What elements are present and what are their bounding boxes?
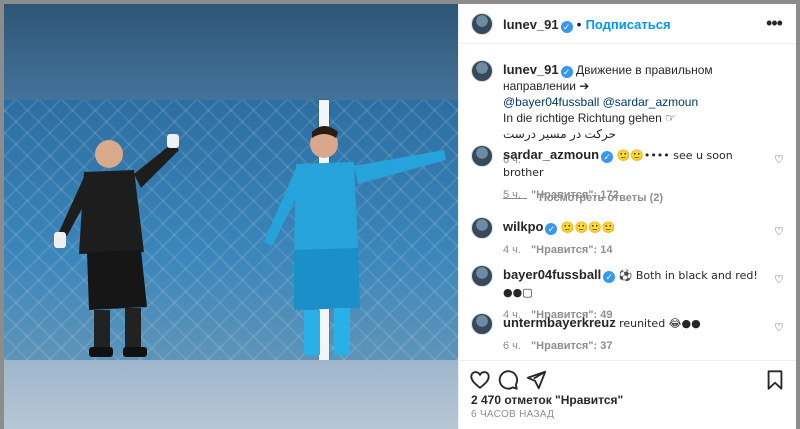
heart-icon[interactable]: ♡	[774, 225, 786, 238]
heart-icon[interactable]: ♡	[774, 321, 786, 334]
heart-icon[interactable]: ♡	[774, 153, 786, 166]
photo-pitch	[4, 360, 458, 429]
view-replies-label: Посмотреть ответы (2)	[539, 192, 664, 204]
caption-mentions[interactable]: @bayer04fussball @sardar_azmoun	[503, 94, 773, 110]
share-icon[interactable]	[525, 369, 547, 391]
comment-time: 4 ч.	[503, 244, 521, 256]
more-icon[interactable]: •••	[764, 14, 784, 34]
replies-line	[503, 197, 527, 199]
verified-icon: ✓	[545, 223, 558, 235]
comment-icon[interactable]	[497, 369, 519, 391]
comment-username[interactable]: wilkpo	[503, 219, 543, 234]
post-photo[interactable]	[4, 4, 458, 429]
author-avatar[interactable]	[471, 13, 493, 35]
heart-icon[interactable]: ♡	[774, 273, 786, 286]
comment-username[interactable]: untermbayerkreuz	[503, 315, 616, 330]
post-side-panel: lunev_91 ✓ • Подписаться ••• lunev_91 ✓ Движ…	[458, 4, 796, 429]
heart-icon[interactable]	[469, 369, 491, 391]
comment-text: 🙂🙂🙂🙂	[560, 221, 616, 234]
comment-avatar[interactable]	[471, 313, 493, 335]
post-header: lunev_91 ✓ • Подписаться •••	[459, 4, 796, 44]
comment-meta: 4 ч. "Нравится": 14	[503, 242, 773, 258]
comment-avatar[interactable]	[471, 265, 493, 287]
comment-username[interactable]: bayer04fussball	[503, 267, 601, 282]
caption-avatar[interactable]	[471, 60, 493, 82]
author-username[interactable]: lunev_91	[503, 17, 559, 32]
verified-icon: ✓	[560, 66, 573, 78]
comment-likes[interactable]: "Нравится": 37	[531, 340, 612, 352]
verified-icon: ✓	[603, 271, 616, 283]
comment-body: untermbayerkreuz reunited 😂●● 6 ч. "Нрави…	[503, 315, 773, 354]
caption-text-de: In die richtige Richtung gehen ☞	[503, 111, 676, 125]
post-timestamp[interactable]: 6 ЧАСОВ НАЗАД	[471, 409, 554, 420]
verified-icon: ✓	[601, 151, 614, 163]
goalkeeper-figure	[54, 134, 179, 357]
likes-count[interactable]: 2 470 отметок "Нравится"	[471, 393, 623, 407]
comment-avatar[interactable]	[471, 145, 493, 167]
comment-body: wilkpo ✓ 🙂🙂🙂🙂 4 ч. "Нравится": 14	[503, 219, 773, 258]
outfield-player-figure	[264, 126, 446, 355]
comment-username[interactable]: sardar_azmoun	[503, 147, 599, 162]
bookmark-icon[interactable]	[764, 369, 786, 391]
verified-icon: ✓	[560, 21, 573, 33]
caption-username[interactable]: lunev_91	[503, 62, 559, 77]
caption-text-fa: حرکت در مسیر درست	[503, 127, 617, 141]
separator-dot: •	[576, 16, 582, 32]
comment-meta: 6 ч. "Нравится": 37	[503, 338, 773, 354]
comment-text: reunited 😂●●	[619, 317, 701, 330]
photo-stands	[4, 4, 458, 100]
follow-button[interactable]: Подписаться	[586, 17, 671, 32]
header-user-line: lunev_91 ✓ • Подписаться	[503, 16, 671, 33]
view-replies-button[interactable]: Посмотреть ответы (2)	[503, 192, 663, 204]
comment-time: 6 ч.	[503, 340, 521, 352]
comments-list: lunev_91 ✓ Движение в правильном направле…	[459, 45, 796, 357]
comment-avatar[interactable]	[471, 217, 493, 239]
comment-likes[interactable]: "Нравится": 14	[531, 244, 612, 256]
